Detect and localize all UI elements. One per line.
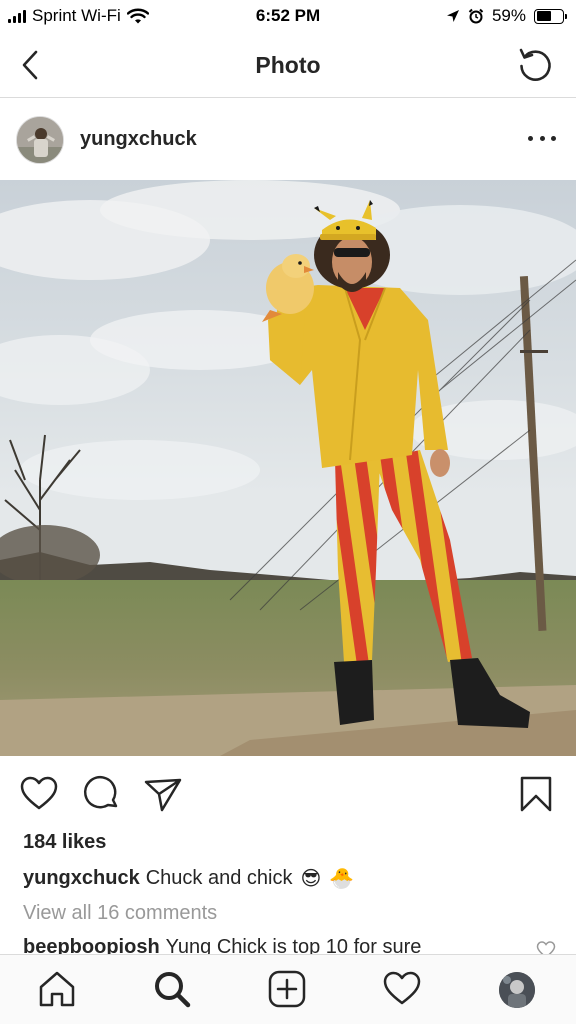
more-dots-icon[interactable] (528, 126, 556, 150)
post-photo[interactable] (0, 180, 576, 756)
sunglasses-emoji: 😎 (300, 868, 322, 890)
view-all-comments-link[interactable]: View all 16 comments (23, 902, 217, 925)
caption-text: Chuck and chick (145, 867, 293, 889)
add-post-icon[interactable] (267, 969, 307, 1009)
battery-fill (536, 11, 552, 21)
heart-icon[interactable] (19, 774, 59, 814)
status-bar: Sprint Wi-Fi 6:52 PM 59% (0, 0, 576, 34)
page-title: Photo (255, 52, 321, 78)
battery-percent: 59% (491, 6, 526, 25)
search-icon[interactable] (152, 969, 192, 1009)
bookmark-icon[interactable] (516, 774, 556, 814)
home-icon[interactable] (37, 969, 77, 1009)
battery-icon (534, 8, 567, 24)
profile-avatar[interactable] (499, 972, 535, 1008)
nav-header: Photo (0, 34, 576, 98)
comment-icon[interactable] (82, 774, 122, 814)
avatar[interactable] (16, 116, 64, 164)
bottom-tab-bar (0, 954, 576, 1024)
action-bar (0, 770, 576, 820)
caption: yungxchuck Chuck and chick 😎 🐣 (23, 866, 354, 891)
location-icon (446, 10, 459, 22)
photo-image (0, 180, 576, 756)
hatching-chick-emoji: 🐣 (329, 868, 355, 890)
status-right: 59% (446, 6, 567, 26)
refresh-icon[interactable] (516, 46, 554, 84)
post-username[interactable]: yungxchuck (80, 128, 197, 151)
caption-username[interactable]: yungxchuck (23, 867, 140, 890)
alarm-icon (468, 8, 484, 24)
activity-heart-icon[interactable] (382, 969, 422, 1009)
avatar-image (17, 117, 63, 163)
post-header: yungxchuck (0, 98, 576, 180)
share-icon[interactable] (143, 774, 183, 814)
profile-avatar-image (499, 972, 535, 1008)
likes-count[interactable]: 184 likes (23, 831, 106, 854)
